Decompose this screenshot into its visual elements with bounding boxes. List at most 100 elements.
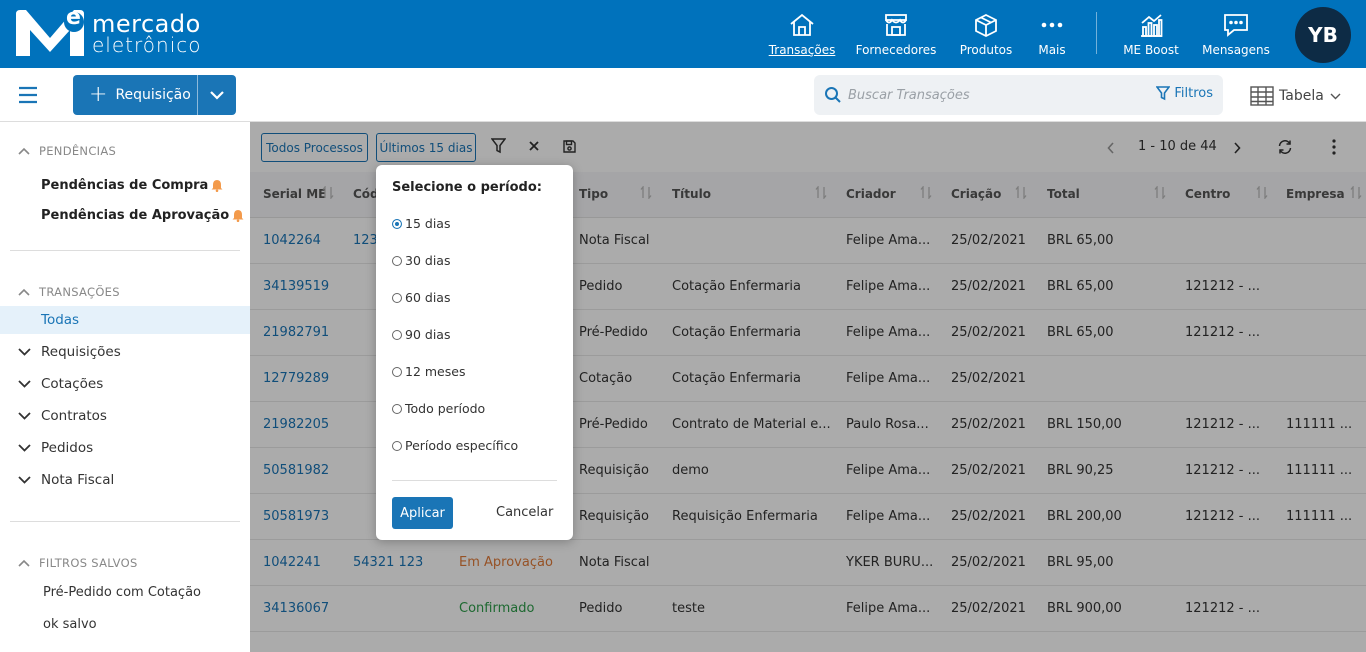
popup-title: Selecione o período:: [392, 180, 542, 195]
period-option-15-dias[interactable]: 15 dias: [392, 216, 450, 231]
chevron-down-icon[interactable]: [198, 90, 236, 100]
logo-letter: e: [66, 5, 81, 30]
sidebar-divider: [10, 250, 240, 251]
option-label: Todo período: [405, 401, 486, 416]
brand-line-2: eletrônico: [92, 32, 202, 57]
nav-fornecedores[interactable]: Fornecedores: [855, 0, 937, 68]
period-popup: Selecione o período: 15 dias 30 dias 60 …: [376, 165, 573, 540]
requisicao-main[interactable]: + Requisição: [73, 75, 197, 115]
logo[interactable]: e mercado eletrônico: [14, 5, 202, 58]
box-icon: [972, 12, 1000, 38]
avatar[interactable]: YB: [1295, 7, 1351, 63]
pendencias-aprovacao[interactable]: Pendências de Aprovação: [41, 208, 244, 223]
nav-divider: [1096, 12, 1097, 54]
bell-icon: [232, 210, 244, 222]
saved-filter-item[interactable]: Pré-Pedido com Cotação: [43, 585, 201, 600]
option-label: 12 meses: [405, 364, 466, 379]
search-input[interactable]: [848, 87, 1138, 103]
plus-icon: +: [89, 82, 108, 107]
radio-icon[interactable]: [392, 292, 402, 303]
nav-mais[interactable]: Mais: [1032, 0, 1072, 68]
requisicao-button[interactable]: + Requisição: [73, 75, 236, 115]
period-option-90-dias[interactable]: 90 dias: [392, 327, 450, 342]
option-label: Período específico: [405, 438, 519, 453]
sidebar-item-label: Contratos: [41, 408, 107, 424]
option-label: 60 dias: [405, 290, 451, 305]
radio-icon[interactable]: [392, 403, 402, 414]
nav-label: Mais: [1038, 42, 1066, 57]
nav-produtos[interactable]: Produtos: [958, 0, 1014, 68]
chevron-up-icon: [18, 147, 30, 155]
period-option-60-dias[interactable]: 60 dias: [392, 290, 450, 305]
nav-mensagens[interactable]: Mensagens: [1202, 0, 1270, 68]
pendencia-label: Pendências de Compra: [41, 178, 209, 193]
radio-icon[interactable]: [392, 329, 402, 340]
sidebar-divider: [10, 521, 240, 522]
filtros-label: Filtros: [1174, 86, 1213, 101]
search-box: Filtros: [814, 75, 1223, 115]
filtros-button[interactable]: Filtros: [1156, 86, 1213, 101]
sidebar-item-pedidos[interactable]: Pedidos: [0, 434, 250, 462]
brand-line-1: mercado: [92, 9, 201, 38]
section-label: PENDÊNCIAS: [39, 144, 117, 158]
hamburger-menu-icon[interactable]: [18, 86, 38, 104]
radio-icon[interactable]: [392, 255, 402, 266]
nav-me-boost[interactable]: ME Boost: [1120, 0, 1182, 68]
chevron-down-icon: [18, 348, 31, 356]
chevron-down-icon: [18, 444, 31, 452]
section-label: TRANSAÇÕES: [39, 285, 120, 299]
period-option-12-meses[interactable]: 12 meses: [392, 364, 465, 379]
nav-label: Produtos: [959, 42, 1013, 57]
filter-icon: [1156, 86, 1171, 101]
sidebar-item-nota-fiscal[interactable]: Nota Fiscal: [0, 466, 250, 494]
requisicao-label: Requisição: [115, 87, 191, 103]
sidebar-item-cotacoes[interactable]: Cotações: [0, 370, 250, 398]
filtros-salvos-header[interactable]: FILTROS SALVOS: [18, 556, 138, 570]
logo-mark-icon: e: [14, 5, 86, 58]
store-icon: [882, 12, 910, 38]
nav-label: Transações: [768, 42, 836, 57]
radio-icon[interactable]: [392, 440, 402, 451]
chevron-down-icon: [18, 476, 31, 484]
pendencias-compra[interactable]: Pendências de Compra: [41, 178, 223, 193]
pendencias-header[interactable]: PENDÊNCIAS: [18, 144, 116, 158]
chevron-down-icon: [18, 380, 31, 388]
sidebar-item-label: Nota Fiscal: [41, 472, 115, 488]
pendencia-label: Pendências de Aprovação: [41, 208, 230, 223]
view-label: Tabela: [1279, 88, 1324, 104]
sidebar-item-todas[interactable]: Todas: [0, 306, 250, 334]
message-icon: [1222, 12, 1250, 38]
aplicar-button[interactable]: Aplicar: [392, 497, 453, 529]
table-icon: [1250, 86, 1274, 106]
nav-transacoes[interactable]: Transações: [769, 0, 835, 68]
chevron-down-icon: [18, 412, 31, 420]
action-bar: + Requisição Filtros Tabela: [0, 68, 1366, 122]
sidebar-item-label: Todas: [41, 312, 80, 328]
sidebar-item-label: Cotações: [41, 376, 104, 392]
search-icon: [824, 86, 842, 104]
period-option-especifico[interactable]: Período específico: [392, 438, 518, 453]
saved-filter-item[interactable]: ok salvo: [43, 617, 97, 632]
period-option-todo-periodo[interactable]: Todo período: [392, 401, 485, 416]
popup-divider: [392, 480, 557, 481]
radio-selected-icon[interactable]: [392, 218, 402, 229]
sidebar-item-requisicoes[interactable]: Requisições: [0, 338, 250, 366]
period-option-30-dias[interactable]: 30 dias: [392, 253, 450, 268]
cancelar-button[interactable]: Cancelar: [496, 505, 553, 520]
more-dots-icon: [1038, 12, 1066, 38]
transacoes-header[interactable]: TRANSAÇÕES: [18, 285, 120, 299]
bell-icon: [211, 180, 223, 192]
view-selector[interactable]: Tabela: [1250, 86, 1341, 106]
section-label: FILTROS SALVOS: [39, 556, 138, 570]
chart-icon: [1137, 12, 1165, 38]
sidebar: PENDÊNCIAS Pendências de Compra Pendênci…: [0, 122, 250, 652]
sidebar-item-contratos[interactable]: Contratos: [0, 402, 250, 430]
nav-label: Mensagens: [1202, 42, 1270, 57]
nav-label: Fornecedores: [855, 42, 937, 57]
option-label: 30 dias: [405, 253, 451, 268]
chevron-down-icon: [1330, 93, 1341, 100]
radio-icon[interactable]: [392, 366, 402, 377]
chevron-up-icon: [18, 288, 30, 296]
option-label: 15 dias: [405, 216, 451, 231]
sidebar-item-label: Requisições: [41, 344, 121, 360]
